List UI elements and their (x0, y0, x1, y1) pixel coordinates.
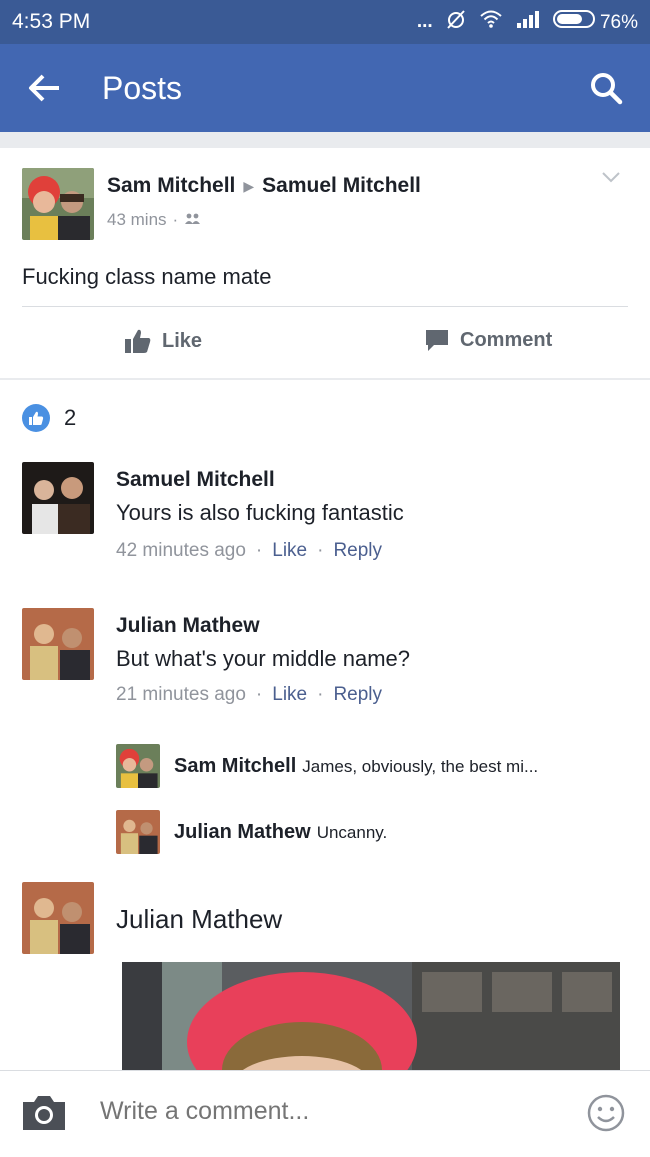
status-bar: 4:53 PM ... 76% (0, 0, 650, 44)
comment-button[interactable]: Comment (424, 328, 552, 352)
chevron-down-icon (602, 172, 620, 183)
post-recipient-name[interactable]: Samuel Mitchell (262, 174, 421, 198)
comment-reply-link[interactable]: Reply (333, 540, 382, 562)
like-icon (22, 404, 50, 432)
comment-text: But what's your middle name? (116, 646, 411, 671)
like-label: Like (162, 329, 203, 352)
comment: Samuel Mitchell Yours is also fucking fa… (0, 462, 650, 572)
battery-icon (552, 10, 595, 28)
commenter-name[interactable]: Samuel Mitchell (116, 468, 275, 492)
reply-avatar (116, 810, 160, 854)
post-author-line: Sam Mitchell ▶ Samuel Mitchell (107, 174, 421, 198)
separator (0, 378, 650, 380)
comment: Julian Mathew But what's your middle nam… (0, 608, 650, 868)
commenter-name[interactable]: Julian Mathew (116, 904, 282, 935)
comment-icon (426, 330, 448, 351)
divider (22, 306, 628, 307)
battery-indicator: 76% (552, 10, 638, 34)
arrow-right-icon: ▶ (243, 177, 255, 194)
search-icon (591, 73, 623, 105)
comment-input[interactable] (100, 1097, 560, 1126)
thumbs-up-icon (125, 329, 151, 353)
reply-text: James, obviously, the best mi... (302, 756, 539, 776)
wifi-icon (479, 9, 503, 35)
reactions-summary[interactable]: 2 (22, 404, 76, 432)
comment-photo[interactable] (122, 962, 620, 1070)
comment-label: Comment (460, 328, 553, 351)
status-icons: ... 76% (417, 8, 638, 36)
back-button[interactable] (22, 66, 66, 110)
emoji-icon (587, 1094, 625, 1132)
commenter-avatar[interactable] (22, 882, 94, 954)
comment-text: Yours is also fucking fantastic (116, 500, 404, 525)
arrow-left-icon (29, 74, 59, 102)
comment-time: 42 minutes ago (116, 540, 246, 561)
page-title: Posts (102, 70, 183, 106)
reply-author-name[interactable]: Julian Mathew (174, 821, 311, 843)
meta-dot: · (317, 540, 324, 561)
battery-percent: 76% (599, 12, 638, 33)
like-button[interactable]: Like (124, 328, 202, 354)
author-avatar[interactable] (22, 168, 94, 240)
reply-item[interactable]: Julian Mathew Uncanny. (116, 810, 387, 854)
comment-like-link[interactable]: Like (272, 684, 307, 706)
comment-composer (0, 1070, 650, 1157)
post-body-text: Fucking class name mate (22, 264, 272, 289)
friends-icon (184, 210, 202, 230)
post-meta: 43 mins · (107, 210, 202, 230)
search-button[interactable] (584, 66, 628, 110)
camera-button[interactable] (20, 1093, 68, 1138)
reply-avatar (116, 744, 160, 788)
cell-signal-icon (515, 9, 541, 35)
comment-meta: 42 minutes ago · Like · Reply (116, 540, 382, 562)
comment-like-link[interactable]: Like (272, 540, 307, 562)
status-time: 4:53 PM (12, 10, 91, 33)
alarm-off-icon (445, 8, 467, 36)
reply-author-name[interactable]: Sam Mitchell (174, 755, 296, 777)
comment-meta: 21 minutes ago · Like · Reply (116, 684, 382, 706)
emoji-button[interactable] (586, 1093, 626, 1138)
comment-reply-link[interactable]: Reply (333, 684, 382, 706)
reply-text: Uncanny. (316, 822, 388, 842)
meta-dot: · (255, 684, 263, 705)
commenter-avatar[interactable] (22, 608, 94, 680)
reply-item[interactable]: Sam Mitchell James, obviously, the best m… (116, 744, 538, 788)
post-author-name[interactable]: Sam Mitchell (107, 174, 235, 198)
meta-dot: · (317, 684, 324, 705)
meta-dot: · (172, 210, 179, 229)
commenter-name[interactable]: Julian Mathew (116, 614, 260, 638)
more-dots-icon: ... (416, 11, 433, 32)
comment-time: 21 minutes ago (116, 684, 246, 705)
post-time[interactable]: 43 mins (107, 210, 167, 230)
separator (0, 132, 650, 148)
app-bar: Posts (0, 44, 650, 132)
camera-icon (23, 1096, 65, 1130)
reaction-count: 2 (64, 405, 77, 430)
post-options-button[interactable] (600, 170, 622, 189)
meta-dot: · (255, 540, 263, 561)
post-card: Sam Mitchell ▶ Samuel Mitchell 43 mins ·… (0, 148, 650, 380)
commenter-avatar[interactable] (22, 462, 94, 534)
